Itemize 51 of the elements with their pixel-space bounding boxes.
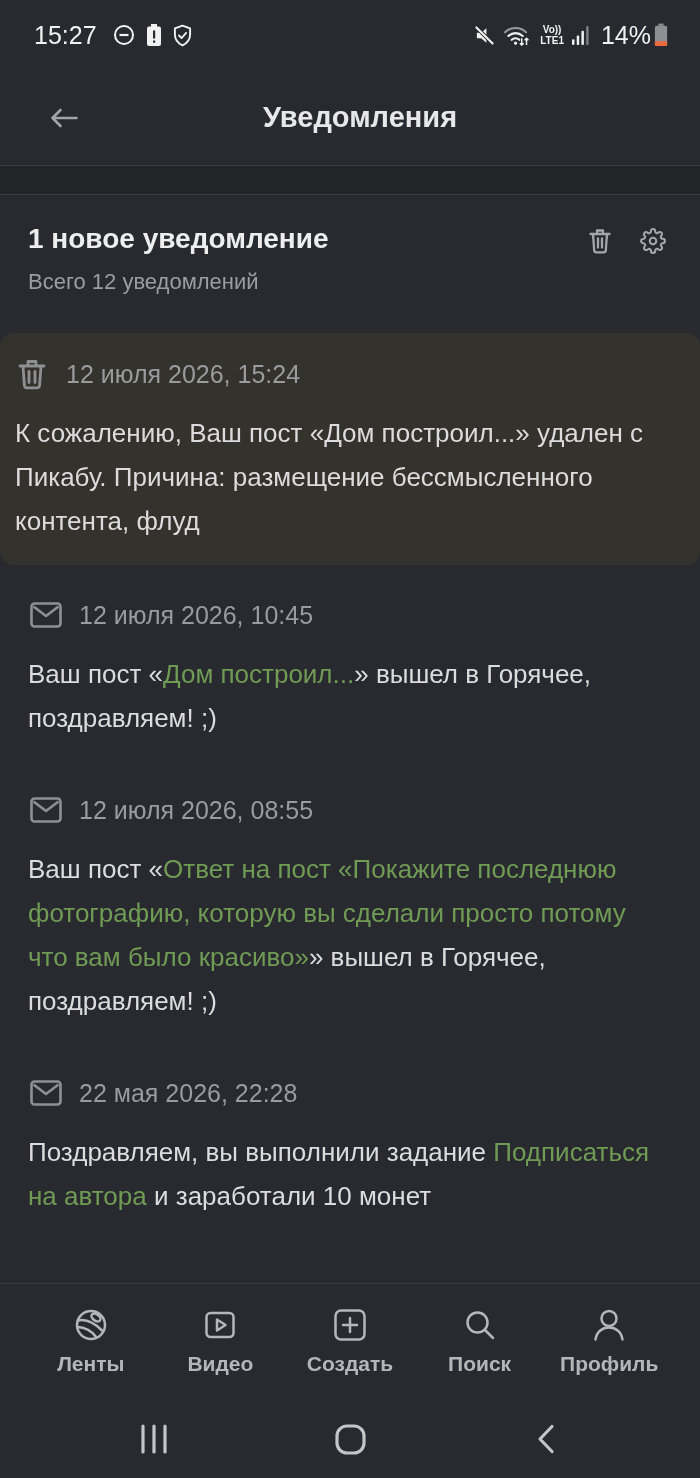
planet-icon <box>73 1308 108 1342</box>
wifi-icon <box>503 24 531 46</box>
network-type-label: Vo)) <box>542 24 562 35</box>
battery-icon <box>654 23 668 47</box>
settings-icon <box>640 228 666 254</box>
recent-apps-icon <box>140 1424 168 1454</box>
notification-link[interactable]: Ответ на пост «Покажите последнюю <box>163 854 617 884</box>
plus-icon <box>333 1308 367 1342</box>
network-type-label: LTE1 <box>540 35 564 46</box>
trash-icon <box>18 358 46 390</box>
recent-apps-button[interactable] <box>140 1424 168 1454</box>
notification-date: 12 июля 2026, 10:45 <box>79 600 314 630</box>
nav-item[interactable]: Создать <box>306 1308 394 1377</box>
notification-text: Поздравляем, вы выполнили задание Подписаться на автора и заработали 10 монет <box>28 1136 651 1213</box>
battery-percent: 14% <box>600 22 651 48</box>
arrow-left-icon <box>50 107 78 128</box>
clock-time: 15:27 <box>34 22 97 48</box>
notification-date: 12 июля 2026, 08:55 <box>79 795 314 825</box>
chevron-left-icon <box>537 1424 555 1454</box>
nav-item[interactable]: Видео <box>187 1308 254 1377</box>
envelope-icon <box>30 797 62 823</box>
mute-icon <box>474 24 496 46</box>
notification-text: Ваш пост «Дом построил...» вышел в Горячее, поздравляем! ;) <box>28 658 593 735</box>
nav-item[interactable]: Поиск <box>448 1308 512 1377</box>
notification-text: К сожалению, Ваш пост «Дом построил...» удален с Пикабу. Причина: размещение бессмысленного контента, флуд <box>15 417 644 538</box>
nav-item[interactable]: Профиль <box>560 1308 659 1377</box>
page-title: Уведомления <box>261 99 459 135</box>
shield-check-icon <box>172 23 192 47</box>
notification-date: 22 мая 2026, 22:28 <box>79 1078 298 1108</box>
trash-icon <box>589 228 611 254</box>
home-icon <box>334 1423 366 1455</box>
delete-all-button[interactable] <box>589 228 611 254</box>
notification-link[interactable]: Подписаться <box>493 1137 650 1167</box>
settings-button[interactable] <box>640 228 666 254</box>
person-icon <box>592 1308 627 1342</box>
system-back-button[interactable] <box>537 1424 555 1454</box>
nav-item[interactable]: Ленты <box>57 1308 125 1377</box>
envelope-icon <box>30 602 62 628</box>
summary-subtitle: Всего 12 уведомлений <box>28 269 260 295</box>
notification-link[interactable]: Дом построил... <box>163 659 355 689</box>
notification-link[interactable]: на автора <box>28 1181 147 1211</box>
notification-text: Ваш пост «Ответ на пост «Покажите последнюю фотографию, которую вы сделали просто потому что вам было красиво»» вышел в Горячее, поздравляем! ;) <box>28 853 627 1018</box>
notification-link[interactable]: фотографию, которую вы сделали просто потому <box>28 898 626 928</box>
notification-date: 12 июля 2026, 15:24 <box>66 359 301 389</box>
envelope-icon <box>30 1080 62 1106</box>
summary-title: 1 новое уведомление <box>28 222 329 256</box>
home-button[interactable] <box>334 1423 366 1455</box>
signal-icon <box>571 25 589 45</box>
notification-link[interactable]: что вам было красиво» <box>28 942 309 972</box>
battery-alert-icon <box>146 24 161 46</box>
do-not-disturb-icon <box>112 24 135 46</box>
